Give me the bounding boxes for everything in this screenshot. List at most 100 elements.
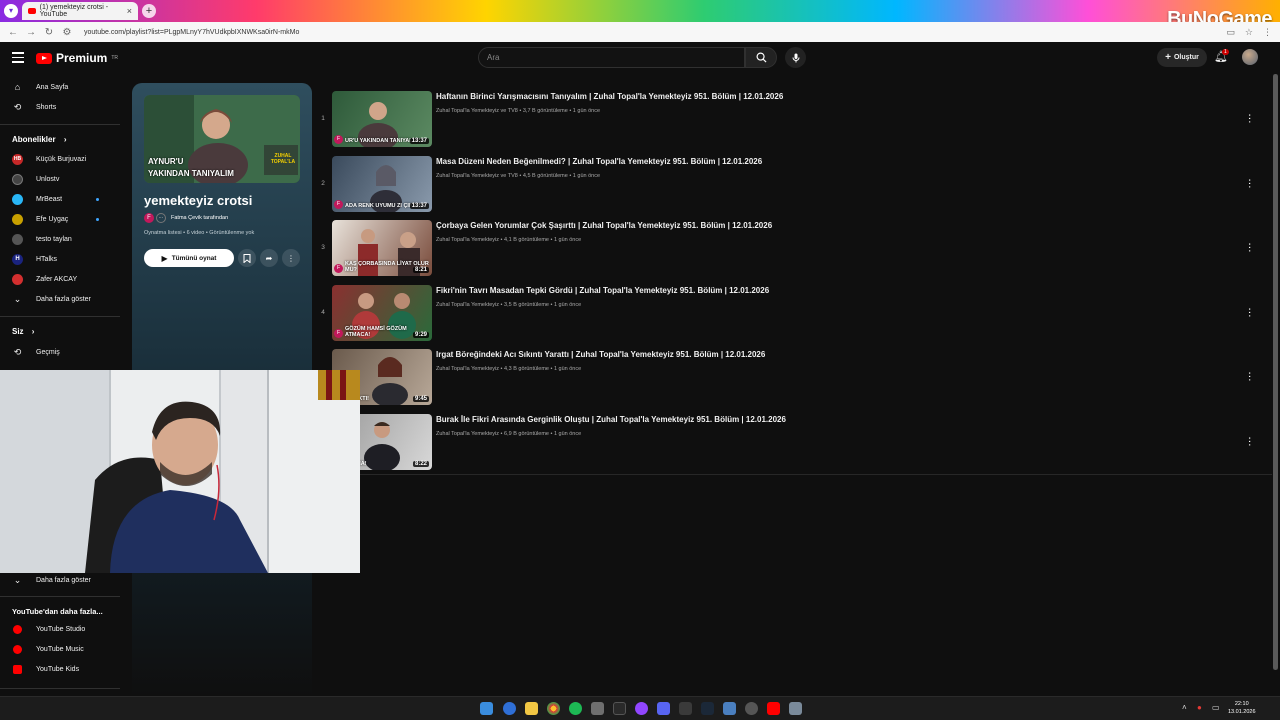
sidebar-item-subscription[interactable]: testo taylan <box>0 229 120 249</box>
tray-chevron-icon[interactable]: ˄ <box>1182 703 1187 712</box>
sidebar-item-youtube-kids[interactable]: YouTube Kids <box>0 659 120 679</box>
steam-icon[interactable] <box>701 702 714 715</box>
video-title[interactable]: Irgat Böreğindeki Acı Sıkıntı Yarattı | … <box>436 350 765 359</box>
cast-icon[interactable]: ▭ <box>1226 27 1235 38</box>
sidebar-item-youtube-music[interactable]: YouTube Music <box>0 639 120 659</box>
video-index: 3 <box>321 244 325 251</box>
microphone-tray-icon[interactable]: ● <box>1197 703 1202 712</box>
gear-icon[interactable] <box>789 702 802 715</box>
sidebar-item-subscription[interactable]: Efe Uygaç <box>0 209 120 229</box>
search-button[interactable] <box>745 47 777 68</box>
youtube-header: Premium TR Ara + Oluştur 🔔︎ 1 <box>0 42 1280 74</box>
network-icon[interactable]: ▭ <box>1212 703 1220 712</box>
youtube-taskbar-icon[interactable] <box>767 702 780 715</box>
sidebar-item-youtube-studio[interactable]: YouTube Studio <box>0 619 120 639</box>
video-channel[interactable]: Zuhal Topal'la Yemekteyiz ve TV8 <box>436 108 518 114</box>
app-icon[interactable] <box>679 702 692 715</box>
sidebar-item-subscription[interactable]: H HTalks <box>0 249 120 269</box>
voice-search-button[interactable] <box>785 47 806 68</box>
video-more-icon[interactable]: ⋯ <box>1244 308 1255 318</box>
more-options-button[interactable]: ⋮ <box>282 249 300 267</box>
video-channel[interactable]: Zuhal Topal'la Yemekteyiz <box>436 431 499 437</box>
sidebar-item-subscription[interactable]: Unlostv <box>0 169 120 189</box>
share-button[interactable]: ➦ <box>260 249 278 267</box>
video-more-icon[interactable]: ⋯ <box>1244 114 1255 124</box>
video-title[interactable]: Çorbaya Gelen Yorumlar Çok Şaşırttı | Zu… <box>436 221 772 230</box>
video-thumbnail[interactable]: F UR'U YAKINDAN TANIYALIM 13:37 <box>332 91 432 147</box>
playlist-video-row[interactable]: 6 NA SOKMA! 8:22 Burak İle Fikri Arasınd… <box>316 414 1262 474</box>
spotify-icon[interactable] <box>569 702 582 715</box>
video-thumbnail[interactable]: F GÖZÜM HAMSİ GÖZÜM ATMACA! 9:29 <box>332 285 432 341</box>
video-channel[interactable]: Zuhal Topal'la Yemekteyiz <box>436 237 499 243</box>
system-clock[interactable]: 22:10 13.01.2026 <box>1228 700 1256 716</box>
playlist-video-row[interactable]: 5 ACISI YAKTI! 9:45 Irgat Böreğindeki Ac… <box>316 349 1262 409</box>
chrome-icon[interactable] <box>547 702 560 715</box>
reload-icon[interactable]: ↻ <box>44 27 54 38</box>
video-age: 1 gün önce <box>572 108 601 114</box>
sidebar-item-label: Geçmiş <box>36 348 60 356</box>
settings-gear-icon[interactable] <box>723 702 736 715</box>
playlist-meta: Oynatma listesi • 6 video • Görüntülenme… <box>144 230 255 236</box>
save-playlist-button[interactable] <box>238 249 256 267</box>
playlist-video-row[interactable]: 3 F KAŞ ÇORBASINDA LİYAT OLUR MU? 8:21 Ç… <box>316 220 1262 280</box>
search-taskbar-icon[interactable] <box>503 702 516 715</box>
video-title[interactable]: Masa Düzeni Neden Beğenilmedi? | Zuhal T… <box>436 157 762 166</box>
sidebar-item-shorts[interactable]: ⟲ Shorts <box>0 97 120 117</box>
video-title[interactable]: Fikri'nin Tavrı Masadan Tepki Gördü | Zu… <box>436 286 769 295</box>
sidebar-item-show-more[interactable]: ⌄ Daha fazla göster <box>0 570 120 590</box>
sidebar-item-history[interactable]: ⟲ Geçmiş <box>0 342 120 362</box>
forward-icon[interactable]: → <box>26 27 36 38</box>
create-button[interactable]: + Oluştur <box>1157 48 1207 67</box>
page-scrollbar[interactable] <box>1273 74 1278 670</box>
discord-icon[interactable] <box>657 702 670 715</box>
video-thumbnail[interactable]: F ADA RENK UYUMU ZI ÇIKTI! 13:37 <box>332 156 432 212</box>
browser-menu-icon[interactable]: ▾ <box>4 4 18 18</box>
video-meta: Zuhal Topal'la Yemekteyiz • 4,1 B görünt… <box>436 237 582 243</box>
thumbnail-caption-line2: YAKINDAN TANIYALIM <box>148 169 234 178</box>
sidebar-item-show-more[interactable]: ⌄ Daha fazla göster <box>0 289 120 309</box>
playlist-video-row[interactable]: 4 F GÖZÜM HAMSİ GÖZÜM ATMACA! 9:29 Fikri… <box>316 285 1262 345</box>
sidebar-item-subscription[interactable]: HB Küçük Burjuvazi <box>0 149 120 169</box>
app-icon[interactable] <box>591 702 604 715</box>
url-field[interactable]: youtube.com/playlist?list=PLgpMLnyY7hVUd… <box>84 29 299 36</box>
playlist-video-row[interactable]: 1 F UR'U YAKINDAN TANIYALIM 13:37 Haftan… <box>316 91 1262 151</box>
play-all-button[interactable]: ▶ Tümünü oynat <box>144 249 234 267</box>
subscriptions-header[interactable]: Abonelikler › <box>12 135 66 144</box>
browser-tab[interactable]: (1) yemekteyiz crotsi - YouTube × <box>22 2 138 20</box>
obs-icon[interactable] <box>745 702 758 715</box>
sidebar-item-home[interactable]: ⌂ Ana Sayfa <box>0 77 120 97</box>
playlist-owner[interactable]: F ⋯ Fatma Çevik tarafından <box>144 213 228 223</box>
playlist-thumbnail[interactable]: AYNUR'U YAKINDAN TANIYALIM ZUHAL TOPAL'L… <box>144 95 300 183</box>
twitch-icon[interactable] <box>635 702 648 715</box>
video-channel[interactable]: Zuhal Topal'la Yemekteyiz <box>436 366 499 372</box>
sidebar-item-label: Küçük Burjuvazi <box>36 155 87 163</box>
playlist-video-row[interactable]: 2 F ADA RENK UYUMU ZI ÇIKTI! 13:37 Masa … <box>316 156 1262 216</box>
you-header[interactable]: Siz › <box>12 327 34 336</box>
video-title[interactable]: Burak İle Fikri Arasında Gerginlik Oluşt… <box>436 415 786 424</box>
video-channel[interactable]: Zuhal Topal'la Yemekteyiz ve TV8 <box>436 173 518 179</box>
video-more-icon[interactable]: ⋯ <box>1244 179 1255 189</box>
sidebar-item-subscription[interactable]: Zafer AKCAY <box>0 269 120 289</box>
new-tab-button[interactable]: + <box>142 4 156 18</box>
site-info-icon[interactable]: ⚙ <box>62 27 72 38</box>
video-more-icon[interactable]: ⋯ <box>1244 372 1255 382</box>
search-input[interactable]: Ara <box>478 47 745 68</box>
close-tab-icon[interactable]: × <box>127 6 132 16</box>
file-explorer-icon[interactable] <box>525 702 538 715</box>
bookmark-icon[interactable]: ☆ <box>1245 27 1253 38</box>
youtube-logo[interactable]: Premium TR <box>36 51 118 65</box>
extensions-icon[interactable]: ⋮ <box>1263 27 1272 38</box>
account-avatar[interactable] <box>1242 49 1258 65</box>
video-title[interactable]: Haftanın Birinci Yarışmacısını Tanıyalım… <box>436 92 783 101</box>
video-more-icon[interactable]: ⋯ <box>1244 243 1255 253</box>
video-thumbnail[interactable]: F KAŞ ÇORBASINDA LİYAT OLUR MU? 8:21 <box>332 220 432 276</box>
sidebar-item-subscription[interactable]: MrBeast <box>0 189 120 209</box>
start-icon[interactable] <box>480 702 493 715</box>
menu-icon[interactable] <box>12 52 24 63</box>
video-channel[interactable]: Zuhal Topal'la Yemekteyiz <box>436 302 499 308</box>
scrollbar-thumb[interactable] <box>1273 74 1278 670</box>
play-icon: ▶ <box>161 253 168 263</box>
terminal-icon[interactable] <box>613 702 626 715</box>
video-more-icon[interactable]: ⋯ <box>1244 437 1255 447</box>
back-icon[interactable]: ← <box>8 27 18 38</box>
